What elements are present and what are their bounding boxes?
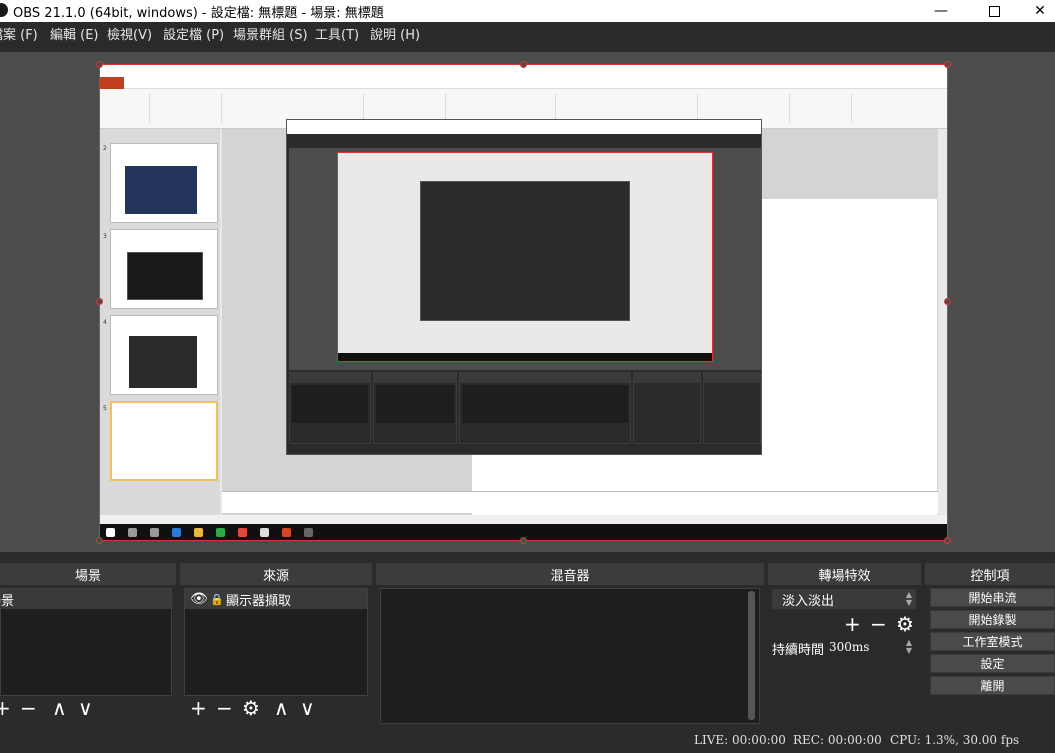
captured-slide-thumb <box>110 315 218 395</box>
add-source-button[interactable]: + <box>190 698 207 718</box>
mixer-panel-title: 混音器 <box>376 563 764 585</box>
resize-handle[interactable] <box>944 537 951 544</box>
duration-spinbox[interactable]: 300ms ▲ ▼ <box>824 637 916 656</box>
duration-label: 持續時間 <box>772 643 825 658</box>
maximize-button[interactable] <box>971 0 1017 22</box>
menu-edit[interactable]: 編輯 (E) <box>50 24 99 43</box>
minimize-button[interactable]: — <box>918 0 964 22</box>
obs-logo-icon <box>0 3 8 17</box>
menu-scene-collection[interactable]: 場景群組 (S) <box>233 24 308 43</box>
start-recording-button[interactable]: 開始錄製 <box>930 610 1055 629</box>
settings-button[interactable]: 設定 <box>930 654 1055 673</box>
exit-button[interactable]: 離開 <box>930 676 1055 695</box>
title-bar: OBS 21.1.0 (64bit, windows) - 設定檔: 無標題 -… <box>0 0 1055 22</box>
add-scene-button[interactable]: + <box>0 698 11 718</box>
captured-slide-thumb <box>110 401 218 481</box>
resize-handle[interactable] <box>96 537 103 544</box>
menu-bar: 檔案 (F) 編輯 (E) 檢視(V) 設定檔 (P) 場景群組 (S) 工具(… <box>0 22 1055 44</box>
close-button[interactable]: ✕ <box>1017 0 1055 22</box>
source-item[interactable]: 👁 🔒 顯示器擷取 <box>185 589 367 609</box>
resize-handle[interactable] <box>96 298 103 305</box>
window-title: OBS 21.1.0 (64bit, windows) - 設定檔: 無標題 -… <box>13 6 384 21</box>
chevron-updown-icon: ▲ ▼ <box>905 590 912 607</box>
resize-handle[interactable] <box>520 537 527 544</box>
start-streaming-button[interactable]: 開始串流 <box>930 588 1055 607</box>
mixer-area <box>380 588 760 724</box>
move-source-up-button[interactable]: ∧ <box>274 698 289 718</box>
source-item-label: 顯示器擷取 <box>226 593 292 609</box>
visibility-eye-icon[interactable]: 👁 <box>190 591 208 607</box>
spin-arrows-icon: ▲ ▼ <box>905 638 912 655</box>
transitions-panel-title: 轉場特效 <box>768 563 921 585</box>
captured-ppt-file-tab <box>100 77 124 89</box>
transition-select[interactable]: 淡入淡出 ▲ ▼ <box>772 589 916 609</box>
resize-handle[interactable] <box>520 61 527 68</box>
menu-tools[interactable]: 工具(T) <box>315 24 359 43</box>
resize-handle[interactable] <box>96 61 103 68</box>
menu-file[interactable]: 檔案 (F) <box>0 24 38 43</box>
move-scene-up-button[interactable]: ∧ <box>52 698 67 718</box>
sources-panel-title: 來源 <box>180 563 372 585</box>
rec-status: REC: 00:00:00 <box>793 733 882 747</box>
captured-slide-thumb <box>110 143 218 223</box>
sources-list[interactable]: 👁 🔒 顯示器擷取 <box>184 588 368 696</box>
preview-canvas[interactable]: 2 3 4 5 <box>99 64 948 541</box>
controls-panel-title: 控制項 <box>925 563 1055 585</box>
lock-icon[interactable]: 🔒 <box>210 593 224 606</box>
remove-transition-button[interactable]: − <box>870 614 887 634</box>
captured-slide-thumb <box>110 229 218 309</box>
move-source-down-button[interactable]: ∨ <box>300 698 315 718</box>
remove-source-button[interactable]: − <box>216 698 233 718</box>
captured-ppt-notes <box>222 491 938 513</box>
add-transition-button[interactable]: + <box>844 614 861 634</box>
scenes-panel-title: 場景 <box>0 563 176 585</box>
captured-ppt-slide-panel: 2 3 4 5 <box>100 129 220 519</box>
captured-obs-window <box>286 119 762 455</box>
move-scene-down-button[interactable]: ∨ <box>78 698 93 718</box>
transition-properties-gear-icon[interactable]: ⚙ <box>896 614 914 634</box>
mixer-scrollbar[interactable] <box>748 591 755 720</box>
menu-help[interactable]: 說明 (H) <box>370 24 420 43</box>
remove-scene-button[interactable]: − <box>20 698 37 718</box>
scenes-list[interactable]: 場景 <box>0 588 172 696</box>
captured-ppt-tabs <box>100 77 947 89</box>
studio-mode-button[interactable]: 工作室模式 <box>930 632 1055 651</box>
cpu-status: CPU: 1.3%, 30.00 fps <box>890 733 1020 747</box>
captured-ppt-status <box>100 515 947 524</box>
source-properties-gear-icon[interactable]: ⚙ <box>242 698 260 718</box>
live-status: LIVE: 00:00:00 <box>694 733 786 747</box>
scene-item[interactable]: 場景 <box>0 589 171 609</box>
resize-handle[interactable] <box>944 61 951 68</box>
menu-view[interactable]: 檢視(V) <box>107 24 152 43</box>
maximize-icon <box>988 5 1000 17</box>
resize-handle[interactable] <box>944 298 951 305</box>
menu-profile[interactable]: 設定檔 (P) <box>163 24 224 43</box>
